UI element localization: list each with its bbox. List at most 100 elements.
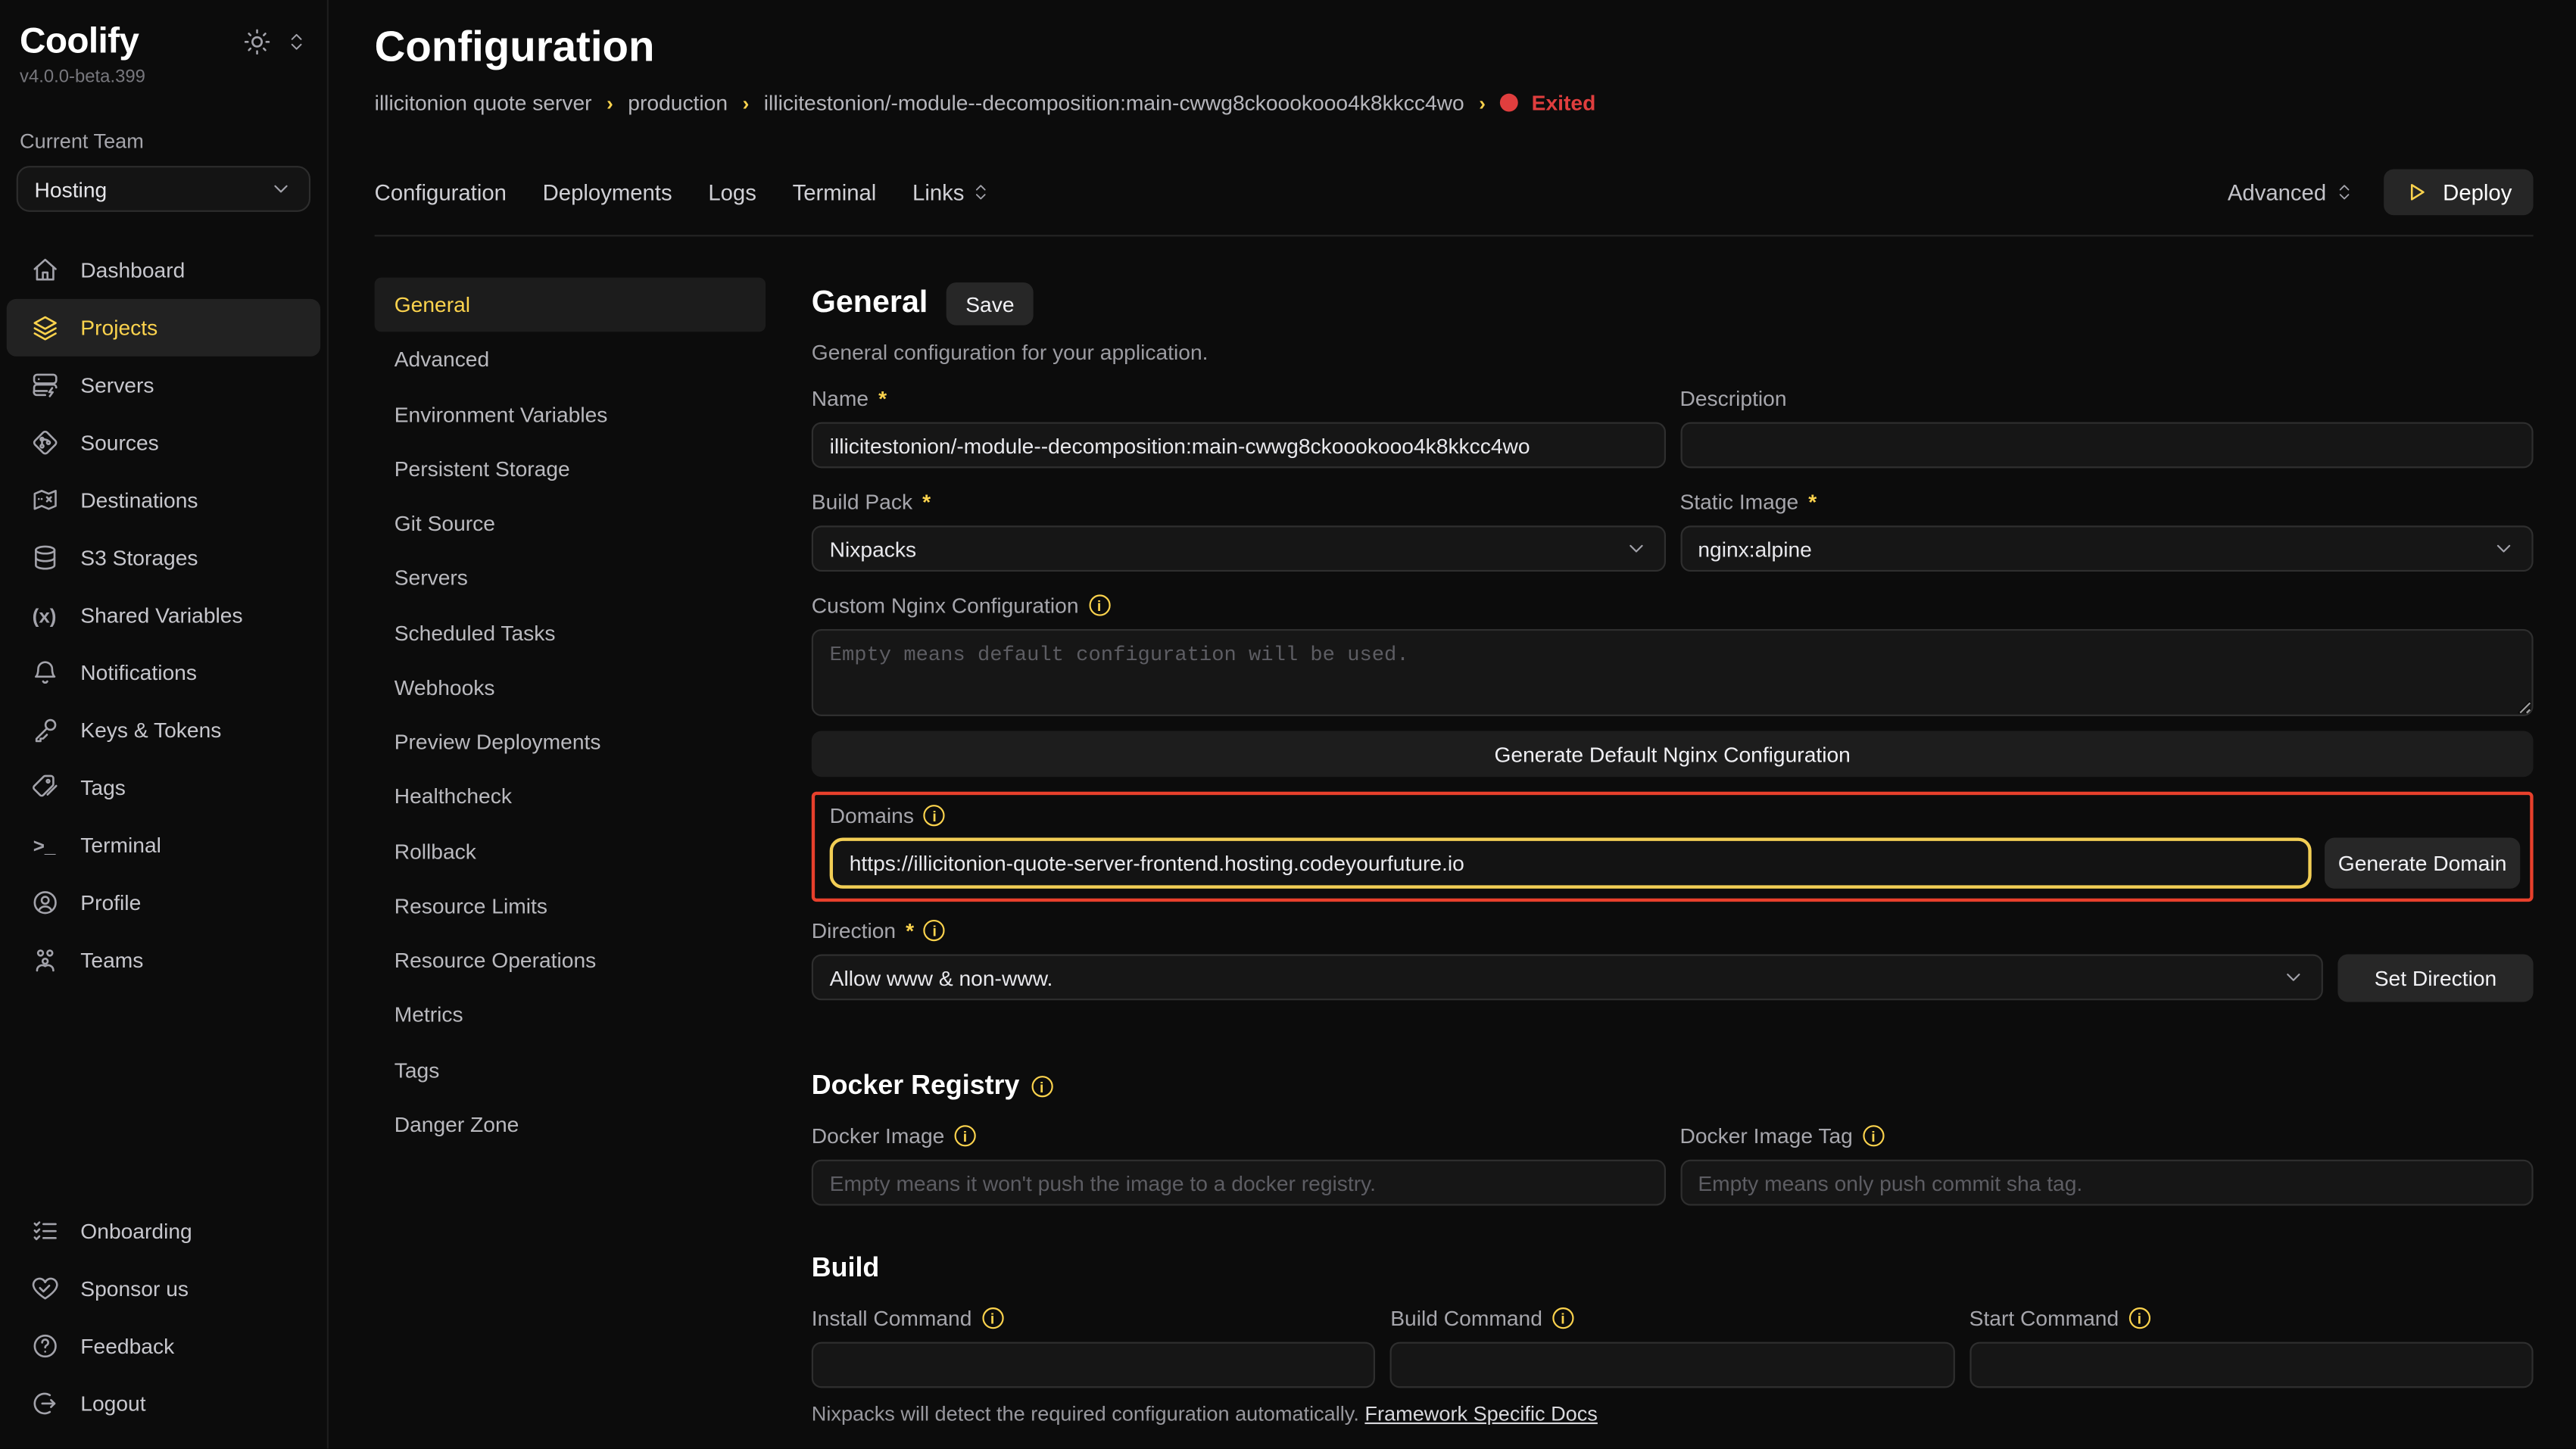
subnav-item-healthcheck[interactable]: Healthcheck [375,769,766,824]
bell-icon [30,659,59,687]
info-icon[interactable]: i [924,920,945,941]
status-text: Exited [1532,90,1596,115]
set-direction-button[interactable]: Set Direction [2337,955,2533,1002]
static-image-select[interactable]: nginx:alpine [1679,525,2533,572]
subnav-item-metrics[interactable]: Metrics [375,987,766,1042]
sidebar-item-sources[interactable]: Sources [7,414,320,472]
tags-icon [30,774,59,802]
team-select[interactable]: Hosting [17,166,310,212]
database-icon [30,544,59,572]
subnav-item-danger-zone[interactable]: Danger Zone [375,1097,766,1151]
sidebar-item-shared-variables[interactable]: (x) Shared Variables [7,587,320,644]
status-badge: Exited [1500,90,1595,115]
docker-image-tag-input[interactable] [1679,1160,2533,1206]
info-icon[interactable]: i [1031,1076,1053,1097]
subnav-item-general[interactable]: General [375,278,766,332]
subnav-item-tags[interactable]: Tags [375,1042,766,1097]
subnav-item-environment-variables[interactable]: Environment Variables [375,387,766,441]
build-command-label: Build Command i [1390,1306,1954,1331]
domains-input[interactable] [830,838,2312,889]
framework-docs-link[interactable]: Framework Specific Docs [1364,1403,1597,1426]
subnav-item-git-source[interactable]: Git Source [375,496,766,550]
tab-links[interactable]: Links [912,180,990,205]
sidebar: Coolify v4.0.0-beta.399 Current Team Hos… [0,0,329,1449]
generate-domain-button[interactable]: Generate Domain [2325,838,2520,889]
map-icon [30,486,59,514]
subnav-item-webhooks[interactable]: Webhooks [375,660,766,715]
sidebar-item-label: Profile [80,890,141,915]
info-icon[interactable]: i [954,1125,975,1146]
info-icon[interactable]: i [981,1307,1003,1329]
sidebar-item-s3-storages[interactable]: S3 Storages [7,529,320,587]
breadcrumb-environment[interactable]: production [628,90,728,115]
direction-select[interactable]: Allow www & non-www. [812,955,2323,1001]
sidebar-item-notifications[interactable]: Notifications [7,643,320,701]
breadcrumb-application[interactable]: illicitestonion/-module--decomposition:m… [764,90,1464,115]
sidebar-collapse-chevrons-icon[interactable] [286,30,307,51]
sidebar-item-sponsor-us[interactable]: Sponsor us [7,1260,320,1317]
subnav-item-persistent-storage[interactable]: Persistent Storage [375,441,766,496]
sidebar-item-onboarding[interactable]: Onboarding [7,1202,320,1260]
description-input[interactable] [1679,422,2533,469]
subnav-item-servers[interactable]: Servers [375,550,766,605]
sidebar-item-teams[interactable]: Teams [7,931,320,989]
info-icon[interactable]: i [2128,1307,2150,1329]
deploy-button[interactable]: Deploy [2384,169,2534,215]
static-image-label: Static Image* [1679,490,2533,515]
docker-image-label: Docker Image i [812,1123,1665,1148]
sidebar-item-dashboard[interactable]: Dashboard [7,242,320,299]
sidebar-item-label: S3 Storages [80,545,198,570]
logout-icon [30,1390,59,1418]
sidebar-item-profile[interactable]: Profile [7,874,320,931]
subnav-item-resource-limits[interactable]: Resource Limits [375,878,766,933]
info-icon[interactable]: i [1089,594,1110,615]
info-icon[interactable]: i [1863,1125,1884,1146]
team-select-value: Hosting [35,176,108,201]
subnav-item-scheduled-tasks[interactable]: Scheduled Tasks [375,606,766,660]
info-icon[interactable]: i [924,805,945,826]
info-icon[interactable]: i [1552,1307,1573,1329]
name-input[interactable] [812,422,1665,469]
build-pack-select[interactable]: Nixpacks [812,525,1665,572]
sidebar-item-terminal[interactable]: >_ Terminal [7,816,320,874]
domains-label: Domains i [830,803,2521,828]
sidebar-item-tags[interactable]: Tags [7,759,320,816]
subnav-item-preview-deployments[interactable]: Preview Deployments [375,715,766,769]
sidebar-item-label: Sources [80,430,158,455]
theme-toggle-sun-icon[interactable] [243,27,271,55]
subnav-item-rollback[interactable]: Rollback [375,824,766,878]
shared-variables-icon: (x) [30,603,59,626]
tab-terminal[interactable]: Terminal [793,180,877,205]
tab-configuration[interactable]: Configuration [375,180,507,205]
current-team-label: Current Team [0,129,327,152]
sidebar-item-label: Servers [80,373,154,398]
build-title: Build [812,1253,879,1284]
breadcrumb-project[interactable]: illicitonion quote server [375,90,592,115]
build-command-input[interactable] [1390,1342,1954,1388]
custom-nginx-textarea[interactable] [812,629,2534,716]
subnav-item-resource-operations[interactable]: Resource Operations [375,933,766,987]
generate-nginx-config-button[interactable]: Generate Default Nginx Configuration [812,731,2534,777]
play-icon [2405,181,2428,204]
main-content: Configuration illicitonion quote server … [329,0,2576,1449]
app-version: v4.0.0-beta.399 [0,67,327,87]
advanced-menu-button[interactable]: Advanced [2228,180,2354,205]
subnav-item-advanced[interactable]: Advanced [375,332,766,387]
layers-icon [30,313,59,341]
sidebar-item-destinations[interactable]: Destinations [7,472,320,529]
sidebar-item-projects[interactable]: Projects [7,299,320,357]
install-command-input[interactable] [812,1342,1376,1388]
sidebar-item-logout[interactable]: Logout [7,1375,320,1432]
sidebar-item-feedback[interactable]: Feedback [7,1317,320,1375]
start-command-input[interactable] [1969,1342,2534,1388]
chevron-down-icon [1624,537,1647,559]
save-button[interactable]: Save [946,282,1034,325]
app-logo: Coolify [20,20,139,62]
sidebar-item-servers[interactable]: Servers [7,357,320,414]
docker-image-input[interactable] [812,1160,1665,1206]
chevrons-up-down-icon [971,182,990,202]
tab-logs[interactable]: Logs [708,180,756,205]
sidebar-item-keys-tokens[interactable]: Keys & Tokens [7,701,320,759]
breadcrumb: illicitonion quote server › production ›… [375,90,2576,115]
tab-deployments[interactable]: Deployments [543,180,672,205]
